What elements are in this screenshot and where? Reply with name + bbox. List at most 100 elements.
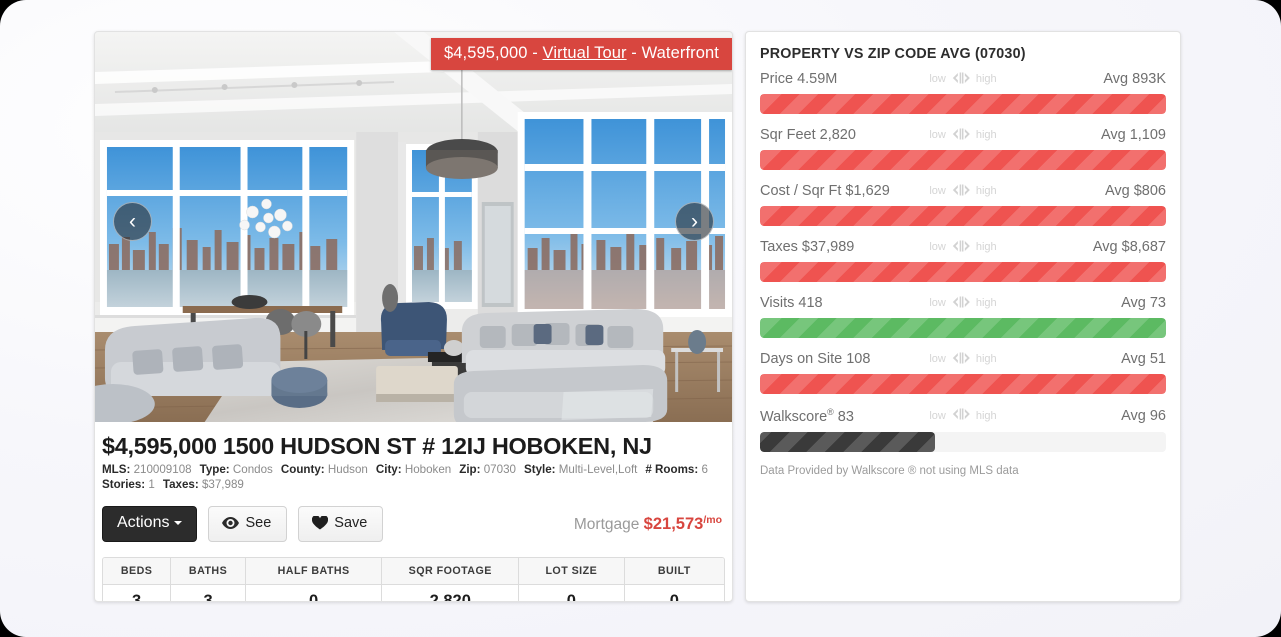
meta-label: City: xyxy=(375,463,402,476)
metric-bar-fill xyxy=(760,206,1166,226)
range-arrows-icon: low high xyxy=(929,295,997,312)
meta-value: 6 xyxy=(698,463,708,476)
metric-header: Walkscore® 83 low high Avg 96 xyxy=(760,407,1166,425)
meta-value: Condos xyxy=(229,463,273,476)
compare-card: PROPERTY VS ZIP CODE AVG (07030) Price 4… xyxy=(745,31,1181,602)
metric-header: Days on Site 108 low high Avg 51 xyxy=(760,351,1166,367)
table-header-cell: LOT SIZE xyxy=(519,557,625,585)
meta-value: Hudson xyxy=(324,463,368,476)
save-button-label: Save xyxy=(334,515,368,532)
meta-label: Style: xyxy=(523,463,556,476)
scale-high-label: high xyxy=(975,73,997,85)
meta-item: Taxes: $37,989 xyxy=(163,478,244,491)
actions-row: Actions See Save Mortgage $21,573/mo xyxy=(102,506,732,542)
scale-low-label: low xyxy=(929,297,946,309)
meta-value: Multi-Level,Loft xyxy=(555,463,638,476)
metric-bar-track xyxy=(760,150,1166,170)
scale-low-label: low xyxy=(929,353,946,365)
see-button[interactable]: See xyxy=(208,506,288,542)
table-cell: 2,820 xyxy=(382,584,520,601)
chevron-left-icon[interactable]: ‹ xyxy=(113,202,152,241)
chevron-right-icon[interactable]: › xyxy=(675,202,714,241)
meta-item: County: Hudson xyxy=(281,463,368,476)
metric-bar-track xyxy=(760,206,1166,226)
range-arrows-icon: low high xyxy=(929,407,997,424)
eye-icon xyxy=(222,517,240,530)
meta-label: # Rooms: xyxy=(645,463,699,476)
metric-bar-fill xyxy=(760,374,1166,394)
meta-label: Type: xyxy=(199,463,230,476)
table-cell: 0 xyxy=(624,584,724,601)
table-header-row: BEDS BATHS HALF BATHS SQR FOOTAGE LOT SIZE BU… xyxy=(103,557,724,585)
meta-label: County: xyxy=(280,463,325,476)
table-header-cell: BEDS xyxy=(103,557,172,585)
meta-value: 1 xyxy=(145,477,155,491)
range-arrows-glyph xyxy=(948,407,974,424)
virtual-tour-link[interactable]: Virtual Tour xyxy=(543,44,627,62)
banner-price: $4,595,000 xyxy=(443,44,528,62)
listing-info: $4,595,000 1500 HUDSON ST # 12IJ HOBOKEN… xyxy=(95,422,732,601)
meta-value: $37,989 xyxy=(198,477,244,491)
table-cell: 3 xyxy=(171,584,246,601)
scale-high-label: high xyxy=(975,185,997,197)
range-arrows-icon: low high xyxy=(929,71,997,88)
metrics-list: Price 4.59M low high Avg 893K Sqr Feet 2,820… xyxy=(760,71,1166,452)
banner-sep-2: - xyxy=(626,44,642,62)
page-root: $4,595,000 - Virtual Tour - Waterfront ‹… xyxy=(0,0,1281,637)
price-banner[interactable]: $4,595,000 - Virtual Tour - Waterfront xyxy=(430,38,732,70)
walkscore-attribution: Data Provided by Walkscore ® not using M… xyxy=(760,464,1019,477)
scale-high-label: high xyxy=(975,409,997,422)
range-arrows-glyph xyxy=(948,295,974,312)
listing-card: $4,595,000 - Virtual Tour - Waterfront ‹… xyxy=(94,31,733,602)
meta-value: Hoboken xyxy=(401,463,452,476)
metric-average: Avg 96 xyxy=(1121,407,1166,424)
metric-row: Taxes $37,989 low high Avg $8,687 xyxy=(760,239,1166,282)
meta-item: # Rooms: 6 xyxy=(645,463,708,476)
compare-title: PROPERTY VS ZIP CODE AVG (07030) xyxy=(760,46,1026,62)
listing-meta: MLS: 210009108 Type: Condos County: Hudson… xyxy=(102,463,732,492)
table-header-cell: BUILT xyxy=(624,557,724,585)
table-cell: 0 xyxy=(245,584,383,601)
metric-header: Taxes $37,989 low high Avg $8,687 xyxy=(760,239,1166,255)
metric-bar-track xyxy=(760,94,1166,114)
metric-row: Walkscore® 83 low high Avg 96 xyxy=(760,407,1166,452)
see-button-label: See xyxy=(245,515,272,532)
property-photo-illustration xyxy=(95,32,732,422)
range-arrows-glyph xyxy=(948,71,974,88)
property-stats-table: BEDS BATHS HALF BATHS SQR FOOTAGE LOT SIZE BU… xyxy=(102,556,725,601)
metric-bar-fill xyxy=(760,431,935,452)
metric-bar-fill xyxy=(760,318,1166,338)
metric-label: Days on Site 108 xyxy=(760,351,871,367)
range-arrows-icon: low high xyxy=(929,239,997,256)
meta-item: Type: Condos xyxy=(200,463,273,476)
metric-bar-track xyxy=(760,318,1166,338)
metric-average: Avg $806 xyxy=(1104,183,1166,199)
metric-average: Avg $8,687 xyxy=(1092,239,1166,255)
metric-header: Price 4.59M low high Avg 893K xyxy=(760,71,1166,87)
metric-average: Avg 1,109 xyxy=(1100,127,1166,143)
table-row: 3 3 0 2,820 0 0 xyxy=(103,584,724,601)
page-title: $4,595,000 1500 HUDSON ST # 12IJ HOBOKEN… xyxy=(102,433,652,459)
scale-low-label: low xyxy=(929,129,946,141)
range-arrows-glyph xyxy=(948,239,974,256)
metric-bar-track xyxy=(760,262,1166,282)
save-button[interactable]: Save xyxy=(298,506,384,542)
table-header-cell: HALF BATHS xyxy=(245,557,383,585)
property-photo[interactable]: $4,595,000 - Virtual Tour - Waterfront ‹… xyxy=(95,32,732,422)
chevron-down-icon xyxy=(174,520,183,525)
metric-label: Cost / Sqr Ft $1,629 xyxy=(760,183,890,199)
meta-item: Style: Multi-Level,Loft xyxy=(524,463,637,476)
metric-bar-fill xyxy=(760,150,1166,170)
scale-low-label: low xyxy=(929,73,946,85)
metric-header: Cost / Sqr Ft $1,629 low high Avg $806 xyxy=(760,183,1166,199)
metric-row: Price 4.59M low high Avg 893K xyxy=(760,71,1166,114)
mortgage-period: /mo xyxy=(703,513,722,526)
metric-row: Visits 418 low high Avg 73 xyxy=(760,295,1166,338)
metric-row: Days on Site 108 low high Avg 51 xyxy=(760,351,1166,394)
metric-row: Cost / Sqr Ft $1,629 low high Avg $806 xyxy=(760,183,1166,226)
metric-label: Price 4.59M xyxy=(760,71,838,87)
actions-button[interactable]: Actions xyxy=(102,506,198,542)
meta-value: 210009108 xyxy=(130,463,192,476)
scale-low-label: low xyxy=(929,185,946,197)
metric-average: Avg 73 xyxy=(1121,295,1166,311)
